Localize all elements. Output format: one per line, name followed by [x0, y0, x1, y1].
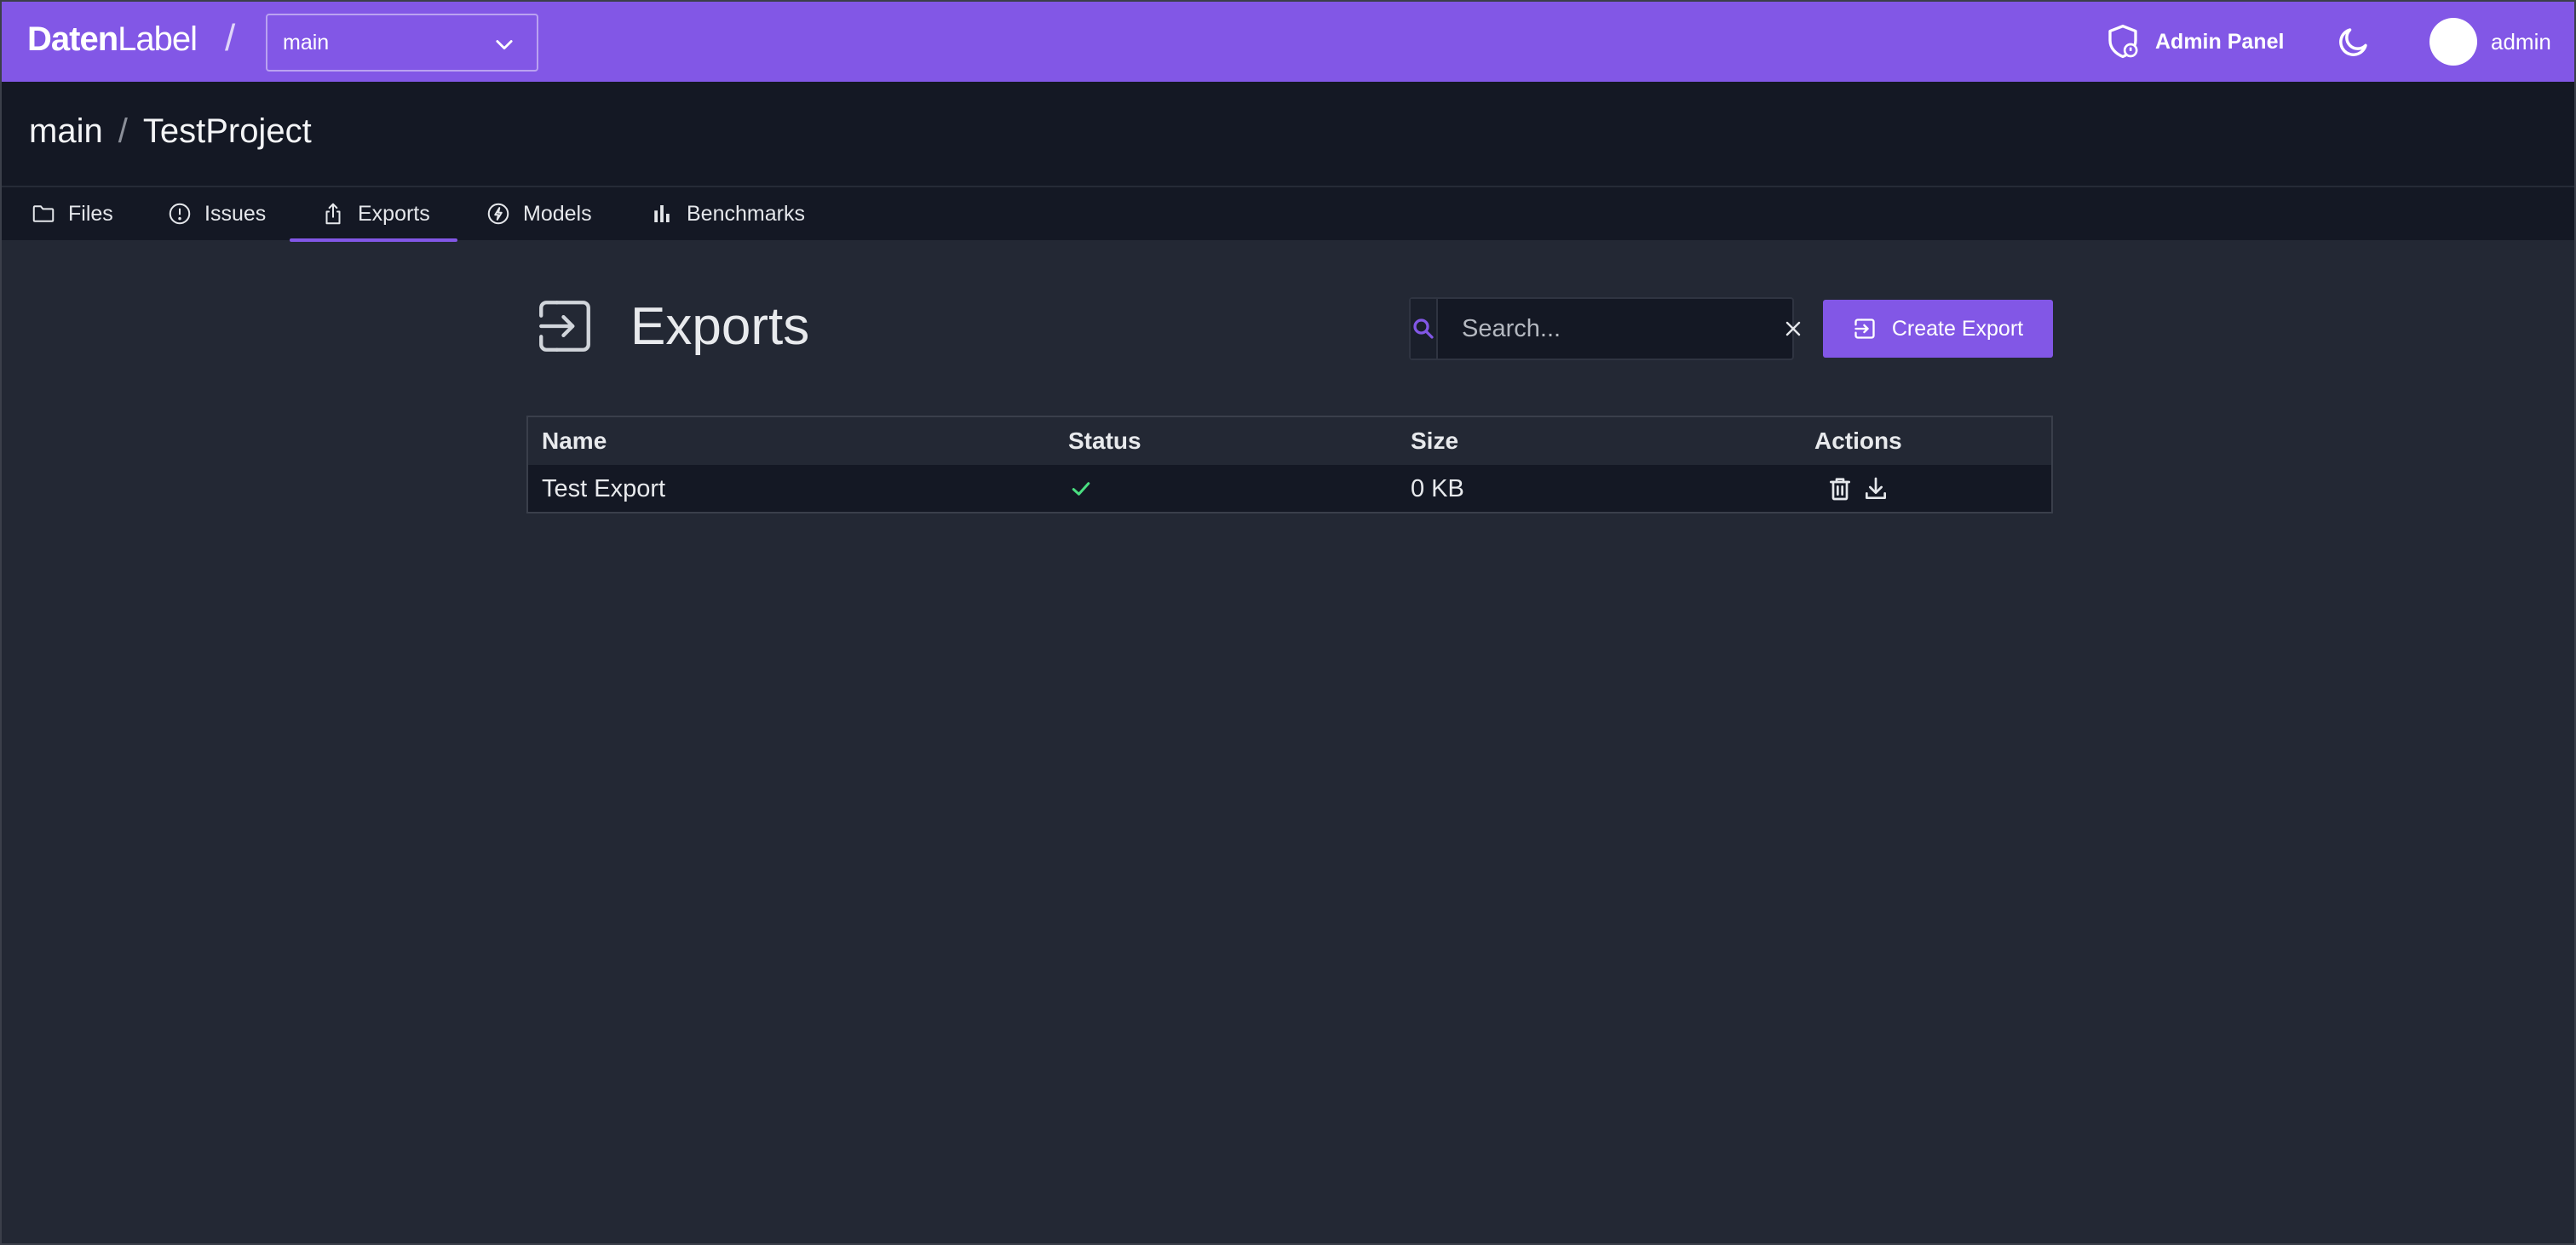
- table-header: Name Status Size Actions: [528, 417, 2051, 465]
- export-size: 0 KB: [1411, 475, 1464, 502]
- brand-separator: /: [225, 17, 236, 59]
- alert-circle-icon: [169, 203, 191, 225]
- bar-chart-icon: [654, 205, 670, 222]
- folder-icon: [32, 205, 55, 222]
- tab-benchmarks-label: Benchmarks: [687, 201, 805, 226]
- moon-icon[interactable]: [2336, 24, 2372, 60]
- search-box: [1409, 297, 1801, 360]
- export-icon: [1854, 318, 1875, 339]
- tab-issues[interactable]: Issues: [167, 187, 266, 240]
- org-select-value: main: [283, 30, 330, 55]
- tab-exports[interactable]: Exports: [290, 187, 457, 242]
- top-navbar: DatenLabel / main Admin Panel admin: [2, 2, 2574, 82]
- avatar: [2429, 18, 2477, 66]
- check-icon: [1072, 482, 1090, 496]
- create-export-button[interactable]: Create Export: [1823, 300, 2053, 358]
- admin-panel-label: Admin Panel: [2155, 29, 2285, 54]
- bolt-icon: [487, 203, 509, 225]
- org-select[interactable]: main: [266, 14, 538, 72]
- breadcrumb: main / TestProject: [29, 112, 312, 151]
- search-input[interactable]: [1438, 299, 1783, 359]
- page-title: Exports: [630, 297, 810, 356]
- clear-search-button[interactable]: [1783, 299, 1803, 359]
- tab-models-label: Models: [523, 201, 592, 226]
- project-header: main / TestProject: [2, 82, 2574, 186]
- column-header-status[interactable]: Status: [1068, 427, 1141, 455]
- exports-table: Name Status Size Actions Test Export 0 K…: [526, 416, 2053, 513]
- project-tabs: Files Issues Exports Models Benchmarks: [2, 186, 2574, 242]
- column-header-actions: Actions: [1814, 427, 1902, 454]
- brand-light: Label: [118, 20, 198, 58]
- shield-icon: [2108, 24, 2138, 59]
- export-icon: [539, 301, 590, 352]
- search-icon-box: [1411, 299, 1438, 359]
- tab-issues-label: Issues: [204, 201, 267, 226]
- app-window: DatenLabel / main Admin Panel admin main…: [0, 0, 2576, 1245]
- share-icon: [325, 203, 341, 225]
- brand-bold: Daten: [27, 20, 118, 58]
- user-menu[interactable]: admin: [2429, 18, 2551, 66]
- tab-files[interactable]: Files: [31, 187, 113, 240]
- breadcrumb-org[interactable]: main: [29, 112, 103, 151]
- tab-exports-label: Exports: [358, 201, 430, 226]
- trash-icon[interactable]: [1826, 475, 1854, 502]
- tab-benchmarks[interactable]: Benchmarks: [649, 187, 805, 240]
- breadcrumb-separator: /: [118, 112, 128, 150]
- tab-models[interactable]: Models: [486, 187, 592, 240]
- chevron-down-icon: [496, 40, 513, 50]
- column-header-size[interactable]: Size: [1411, 427, 1458, 455]
- brand-logo[interactable]: DatenLabel: [27, 20, 198, 59]
- tab-files-label: Files: [68, 201, 113, 226]
- export-name[interactable]: Test Export: [542, 475, 665, 503]
- username: admin: [2491, 28, 2551, 55]
- create-export-label: Create Export: [1891, 316, 2024, 341]
- table-row[interactable]: Test Export 0 KB: [528, 465, 2051, 512]
- search-icon: [1413, 318, 1434, 339]
- breadcrumb-project[interactable]: TestProject: [143, 112, 312, 151]
- column-header-name[interactable]: Name: [542, 427, 607, 455]
- admin-panel-link[interactable]: Admin Panel: [2106, 20, 2284, 63]
- close-icon: [1785, 321, 1801, 336]
- download-icon[interactable]: [1862, 475, 1889, 502]
